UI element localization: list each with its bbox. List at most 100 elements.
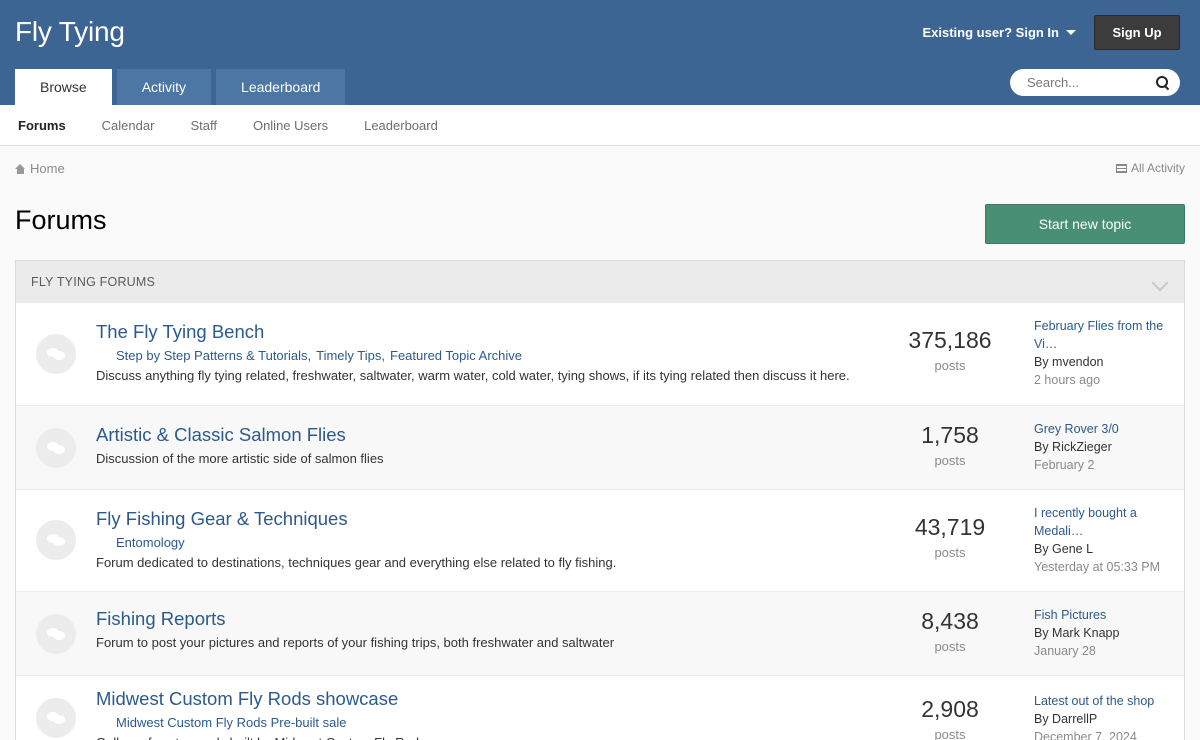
subnav-forums[interactable]: Forums [18,118,66,133]
forum-info: Fishing Reports Forum to post your pictur… [96,608,854,650]
forum-list: The Fly Tying Bench Step by Step Patterns… [16,303,1184,740]
category-header: FLY TYING FORUMS [16,261,1184,303]
search-input[interactable]: Search... [1010,69,1180,96]
subnav-calendar[interactable]: Calendar [102,118,155,133]
post-count: 2,908 [921,696,979,722]
last-post-title-link[interactable]: February Flies from the Vi… [1034,317,1179,353]
subforum-label: Timely Tips [316,348,382,363]
subforum-link[interactable]: Entomology [116,535,185,550]
all-activity-link[interactable]: All Activity [1115,161,1185,175]
forum-status-icon [36,614,76,654]
last-post-author[interactable]: By Gene L [1034,540,1179,558]
last-post-time[interactable]: Yesterday at 05:33 PM [1034,558,1179,576]
forum-status-icon [36,334,76,374]
comments-icon [47,627,65,641]
post-count: 43,719 [914,514,986,540]
forum-title-link[interactable]: Fishing Reports [96,608,854,630]
site-title[interactable]: Fly Tying [15,16,125,48]
last-post-author[interactable]: By RickZieger [1034,438,1179,456]
forum-info: The Fly Tying Bench Step by Step Patterns… [96,321,854,383]
last-post-time[interactable]: January 28 [1034,642,1179,660]
post-count: 375,186 [908,327,992,353]
subnav-online-users[interactable]: Online Users [253,118,328,133]
last-post-title-link[interactable]: I recently bought a Medali… [1034,504,1179,540]
forum-description: Discuss anything fly tying related, fres… [96,368,850,383]
forum-description: Gallery of custom rods built by Midwest … [96,735,854,740]
forum-info: Fly Fishing Gear & Techniques Entomology F… [96,508,854,570]
comments-icon [47,347,65,361]
forum-stats: 8,438 posts [900,608,1000,654]
sub-navigation: Forums Calendar Staff Online Users Leade… [0,105,1200,146]
newspaper-icon [1115,163,1127,173]
forum-title-link[interactable]: The Fly Tying Bench [96,321,854,343]
post-count-label: posts [934,639,966,654]
last-post: Grey Rover 3/0 By RickZieger February 2 [1034,420,1179,474]
subforum-link[interactable]: Midwest Custom Fly Rods Pre-built sale [116,715,346,730]
forum-status-icon [36,698,76,738]
last-post-time[interactable]: 2 hours ago [1034,371,1179,389]
forum-row: Fly Fishing Gear & Techniques Entomology F… [16,489,1184,591]
forum-description: Forum dedicated to destinations, techniq… [96,555,617,570]
last-post-time[interactable]: February 2 [1034,456,1179,474]
user-bar: Existing user? Sign In Sign Up [922,15,1180,50]
breadcrumb-home[interactable]: Home [30,161,65,176]
subforum-link[interactable]: Timely Tips, [316,348,385,363]
forum-stats: 1,758 posts [900,422,1000,468]
last-post-title-link[interactable]: Fish Pictures [1034,606,1179,624]
sign-up-button[interactable]: Sign Up [1094,15,1180,50]
last-post-time[interactable]: December 7, 2024 [1034,728,1179,740]
last-post-author[interactable]: By DarrellP [1034,710,1179,728]
last-post: I recently bought a Medali… By Gene L Yest… [1034,504,1179,576]
post-count-label: posts [934,727,966,740]
post-count-label: posts [934,453,966,468]
comments-icon [47,533,65,547]
category-title[interactable]: FLY TYING FORUMS [31,275,155,289]
forum-row: Artistic & Classic Salmon Flies Discussio… [16,405,1184,489]
forum-title-link[interactable]: Midwest Custom Fly Rods showcase [96,688,854,710]
tab-leaderboard[interactable]: Leaderboard [216,69,346,105]
post-count-label: posts [934,545,966,560]
forum-title-link[interactable]: Fly Fishing Gear & Techniques [96,508,854,530]
post-count-label: posts [934,358,966,373]
subnav-staff[interactable]: Staff [190,118,217,133]
last-post-title-link[interactable]: Grey Rover 3/0 [1034,420,1179,438]
subforum-separator: , [307,348,312,363]
home-icon [15,163,26,174]
forum-status-icon [36,428,76,468]
sign-in-link[interactable]: Existing user? Sign In [922,25,1076,40]
breadcrumb-row: Home All Activity [0,146,1200,190]
forum-stats: 375,186 posts [900,327,1000,373]
last-post: Latest out of the shop By DarrellP Decembe… [1034,692,1179,740]
chevron-down-icon[interactable] [1151,274,1169,292]
page-title: Forums [15,205,107,235]
caret-down-icon [1066,30,1076,35]
subforum-label: Featured Topic Archive [390,348,522,363]
subforum-link[interactable]: Step by Step Patterns & Tutorials, [116,348,311,363]
search-icon[interactable] [1156,75,1170,90]
forum-info: Artistic & Classic Salmon Flies Discussio… [96,424,854,466]
all-activity-label: All Activity [1130,161,1185,175]
forum-stats: 2,908 posts [900,696,1000,740]
breadcrumb[interactable]: Home [15,161,65,176]
subforum-label: Entomology [116,535,185,550]
subforum-list: Entomology [96,535,854,550]
subnav-leaderboard[interactable]: Leaderboard [364,118,438,133]
last-post: February Flies from the Vi… By mvendon 2 h… [1034,317,1179,389]
post-count: 1,758 [921,422,979,448]
subforum-list: Midwest Custom Fly Rods Pre-built sale [96,715,854,730]
tab-activity[interactable]: Activity [116,69,212,105]
subforum-label: Midwest Custom Fly Rods Pre-built sale [116,715,347,730]
comments-icon [47,441,65,455]
last-post-title-link[interactable]: Latest out of the shop [1034,692,1179,710]
post-count: 8,438 [921,608,979,634]
tab-browse[interactable]: Browse [15,69,112,105]
forum-row: The Fly Tying Bench Step by Step Patterns… [16,303,1184,405]
start-new-topic-button[interactable]: Start new topic [985,204,1185,244]
subforum-list: Step by Step Patterns & Tutorials, Timely… [96,348,854,363]
subforum-link[interactable]: Featured Topic Archive [390,348,522,363]
last-post-author[interactable]: By Mark Knapp [1034,624,1179,642]
forum-title-link[interactable]: Artistic & Classic Salmon Flies [96,424,854,446]
subforum-label: Step by Step Patterns & Tutorials [116,348,308,363]
comments-icon [47,711,65,725]
last-post-author[interactable]: By mvendon [1034,353,1179,371]
